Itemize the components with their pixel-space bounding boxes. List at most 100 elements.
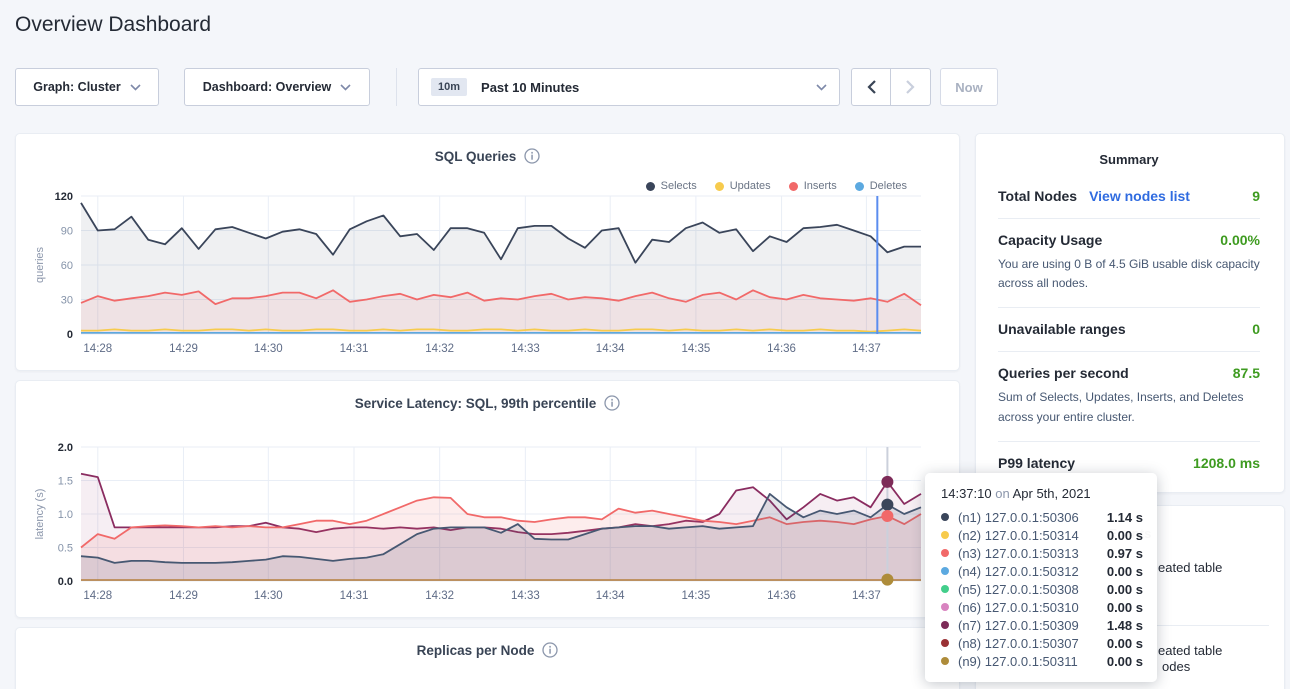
svg-text:14:33: 14:33: [511, 343, 540, 355]
tooltip-row: (n1) 127.0.0.1:50306 1.14 s: [941, 508, 1143, 526]
svg-text:1.5: 1.5: [58, 476, 73, 488]
overview-dashboard-page: Overview Dashboard Graph: Cluster Dashbo…: [0, 0, 1290, 689]
svg-text:30: 30: [61, 295, 73, 307]
page-title: Overview Dashboard: [15, 13, 211, 37]
node-color-dot-icon: [941, 621, 949, 629]
svg-text:14:34: 14:34: [596, 590, 625, 602]
time-step-buttons: [851, 68, 931, 106]
now-button[interactable]: Now: [940, 68, 998, 106]
svg-text:14:31: 14:31: [340, 343, 369, 355]
node-color-dot-icon: [941, 531, 949, 539]
event-item-text[interactable]: odes: [1162, 659, 1190, 674]
svg-text:14:32: 14:32: [425, 343, 454, 355]
node-address: (n4) 127.0.0.1:50312: [958, 564, 1079, 579]
tooltip-row: (n5) 127.0.0.1:503080.00 s: [941, 580, 1143, 598]
chevron-down-icon: [340, 84, 351, 91]
chevron-down-icon: [816, 84, 827, 91]
svg-text:14:30: 14:30: [254, 343, 283, 355]
node-address: (n3) 127.0.0.1:50313: [958, 546, 1079, 561]
node-color-dot-icon: [941, 603, 949, 611]
node-latency-value: 1.14 s: [1107, 510, 1143, 525]
unavailable-ranges-label: Unavailable ranges: [998, 321, 1126, 337]
node-address: (n9) 127.0.0.1:50311: [958, 654, 1078, 669]
svg-text:2.0: 2.0: [58, 442, 73, 454]
svg-text:14:28: 14:28: [83, 590, 112, 602]
summary-panel: Summary Total Nodes View nodes list 9 Ca…: [975, 133, 1285, 493]
summary-unavailable-row: Unavailable ranges 0: [998, 307, 1260, 351]
service-latency-chart[interactable]: 0.00.51.01.52.014:2814:2914:3014:3114:32…: [16, 381, 961, 619]
controls-divider: [396, 68, 397, 106]
total-nodes-label: Total Nodes: [998, 188, 1077, 204]
time-range-label: Past 10 Minutes: [481, 80, 579, 95]
p99-latency-label: P99 latency: [998, 455, 1075, 471]
node-color-dot-icon: [941, 657, 949, 665]
svg-text:14:37: 14:37: [852, 343, 881, 355]
svg-text:0.0: 0.0: [58, 576, 73, 588]
svg-text:queries: queries: [34, 246, 46, 283]
node-latency-value: 1.48 s: [1107, 618, 1143, 633]
chart-hover-tooltip: 14:37:10 on Apr 5th, 2021 (n1) 127.0.0.1…: [925, 473, 1157, 682]
chevron-left-icon: [867, 80, 876, 94]
node-address: (n1) 127.0.0.1:50306: [958, 510, 1079, 525]
svg-text:14:28: 14:28: [83, 343, 112, 355]
svg-text:14:30: 14:30: [254, 590, 283, 602]
replicas-chart-title: Replicas per Node: [16, 642, 959, 658]
summary-capacity-row: Capacity Usage 0.00% You are using 0 B o…: [998, 218, 1260, 307]
svg-text:14:37: 14:37: [852, 590, 881, 602]
svg-text:14:29: 14:29: [169, 590, 198, 602]
qps-label: Queries per second: [998, 365, 1129, 381]
svg-text:120: 120: [55, 191, 73, 203]
tooltip-timestamp: 14:37:10 on Apr 5th, 2021: [941, 486, 1143, 501]
svg-text:14:31: 14:31: [340, 590, 369, 602]
replicas-per-node-card: Replicas per Node: [15, 627, 960, 689]
summary-qps-row: Queries per second 87.5 Sum of Selects, …: [998, 351, 1260, 440]
svg-text:14:36: 14:36: [767, 343, 796, 355]
svg-text:14:33: 14:33: [511, 590, 540, 602]
sql-queries-chart[interactable]: 0 30 60 90 120 14:28 14:29 14:30 14:31 14:32 14:33…: [16, 134, 961, 372]
node-address: (n6) 127.0.0.1:50310: [958, 600, 1079, 615]
tooltip-row: (n6) 127.0.0.1:50310 0.00 s: [941, 598, 1143, 616]
capacity-usage-label: Capacity Usage: [998, 232, 1102, 248]
graph-dropdown[interactable]: Graph: Cluster: [15, 68, 159, 106]
info-icon[interactable]: [542, 642, 558, 658]
svg-text:14:29: 14:29: [169, 343, 198, 355]
next-time-button[interactable]: [891, 68, 931, 106]
svg-text:14:36: 14:36: [767, 590, 796, 602]
node-color-dot-icon: [941, 513, 949, 521]
time-range-badge: 10m: [431, 78, 467, 96]
svg-text:90: 90: [61, 226, 73, 238]
svg-text:latency (s): latency (s): [34, 489, 46, 540]
view-nodes-list-link[interactable]: View nodes list: [1089, 188, 1190, 204]
qps-value: 87.5: [1233, 365, 1260, 381]
node-color-dot-icon: [941, 549, 949, 557]
dashboard-dropdown-label: Dashboard: Overview: [203, 80, 332, 94]
summary-total-nodes-row: Total Nodes View nodes list 9: [998, 175, 1260, 218]
node-color-dot-icon: [941, 639, 949, 647]
tooltip-row: (n7) 127.0.0.1:50309 1.48 s: [941, 616, 1143, 634]
svg-text:1.0: 1.0: [58, 509, 73, 521]
node-color-dot-icon: [941, 585, 949, 593]
node-latency-value: 0.00 s: [1107, 564, 1143, 579]
node-address: (n2) 127.0.0.1:50314: [958, 528, 1079, 543]
dashboard-dropdown[interactable]: Dashboard: Overview: [184, 68, 370, 106]
node-address: (n5) 127.0.0.1:50308: [958, 582, 1079, 597]
events-divider: [1156, 625, 1269, 626]
tooltip-row: (n4) 127.0.0.1:50312 0.00 s: [941, 562, 1143, 580]
time-range-dropdown[interactable]: 10m Past 10 Minutes: [418, 68, 840, 106]
event-item-text[interactable]: eated table: [1158, 560, 1222, 575]
previous-time-button[interactable]: [851, 68, 891, 106]
node-color-dot-icon: [941, 567, 949, 575]
svg-text:60: 60: [61, 260, 73, 272]
svg-text:0: 0: [67, 329, 73, 341]
node-latency-value: 0.00 s: [1107, 654, 1143, 669]
total-nodes-value: 9: [1252, 188, 1260, 204]
tooltip-row: (n2) 127.0.0.1:503140.00 s: [941, 526, 1143, 544]
svg-text:14:34: 14:34: [596, 343, 625, 355]
svg-text:14:35: 14:35: [681, 343, 710, 355]
node-latency-value: 0.00 s: [1107, 600, 1143, 615]
svg-text:0.5: 0.5: [58, 543, 73, 555]
event-item-text[interactable]: eated table: [1158, 643, 1222, 658]
node-latency-value: 0.97 s: [1107, 546, 1143, 561]
qps-subtext: Sum of Selects, Updates, Inserts, and De…: [998, 388, 1260, 426]
node-address: (n7) 127.0.0.1:50309: [958, 618, 1079, 633]
